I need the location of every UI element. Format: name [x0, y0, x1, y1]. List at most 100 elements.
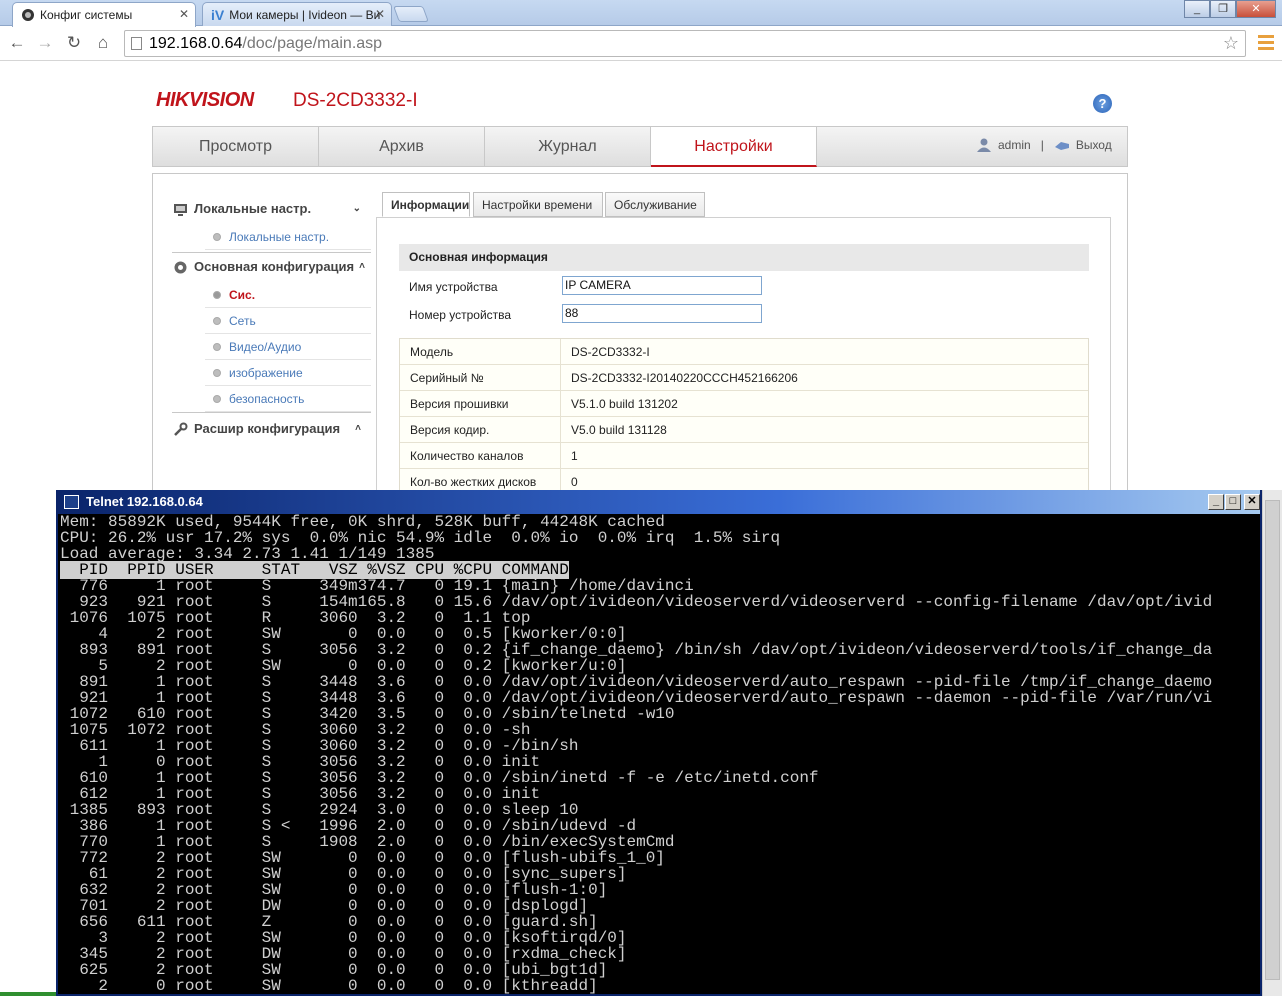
close-icon[interactable]: ✕	[375, 7, 385, 21]
tab-ivideon[interactable]: iV Мои камеры | Ivideon — Ви ✕	[202, 2, 392, 26]
sidebar-item-network[interactable]: Сеть	[205, 308, 371, 334]
terminal-process-row: 2 0 root SW 0 0.0 0 0.0 [kthreadd]	[60, 977, 598, 995]
telnet-title-bar[interactable]: Telnet 192.168.0.64 _ □ ✕	[58, 490, 1260, 514]
row-label: Модель	[410, 345, 454, 359]
tab-maintenance[interactable]: Обслуживание	[605, 192, 705, 217]
scrollbar-thumb[interactable]	[1265, 500, 1280, 980]
terminal-process-row: 701 2 root DW 0 0.0 0 0.0 [dsplogd]	[60, 897, 589, 915]
tab-title: Конфиг системы	[40, 8, 133, 22]
sidebar-item-label: изображение	[229, 366, 303, 380]
device-number-label: Номер устройства	[409, 308, 512, 322]
nav-playback[interactable]: Архив	[319, 127, 485, 167]
sidebar-item-video-audio[interactable]: Видео/Аудио	[205, 334, 371, 360]
reload-button[interactable]: ↻	[63, 32, 85, 54]
sidebar-item-label: Сеть	[229, 314, 256, 328]
address-bar[interactable]: 192.168.0.64/doc/page/main.asp ☆	[124, 30, 1246, 57]
browser-toolbar: ← → ↻ ⌂ 192.168.0.64/doc/page/main.asp ☆	[0, 27, 1282, 61]
terminal-process-row: 1 0 root S 3056 3.2 0 0.0 init	[60, 753, 541, 771]
config-content: Локальные настр. ⌄ Локальные настр. Осно…	[152, 173, 1128, 504]
row-label: Версия прошивки	[410, 397, 509, 411]
browser-tab-bar: Конфиг системы ✕ iV Мои камеры | Ivideon…	[0, 0, 1282, 27]
nav-configuration[interactable]: Настройки	[651, 127, 817, 167]
bullet-icon	[213, 233, 221, 241]
tab-time-settings[interactable]: Настройки времени	[473, 192, 603, 217]
sidebar-item-system[interactable]: Сис.	[205, 282, 371, 308]
row-label: Количество каналов	[410, 449, 524, 463]
sidebar-local-header[interactable]: Локальные настр. ⌄	[173, 196, 373, 222]
sidebar-item-image[interactable]: изображение	[205, 360, 371, 386]
info-table: Модель DS-2CD3332-I Серийный № DS-2CD3332-…	[399, 338, 1089, 496]
sidebar-advanced-header[interactable]: Расшир конфигурация ˄	[173, 416, 373, 442]
home-icon[interactable]: ⌂	[92, 32, 114, 54]
minimize-button[interactable]: _	[1184, 0, 1210, 18]
sidebar-item-label: Сис.	[229, 288, 256, 302]
sidebar-item-security[interactable]: безопасность	[205, 386, 371, 412]
terminal-process-row: 611 1 root S 3060 3.2 0 0.0 -/bin/sh	[60, 737, 579, 755]
device-number-field[interactable]: 88	[562, 304, 762, 323]
page-scrollbar[interactable]	[1262, 490, 1282, 996]
browser-menu-icon[interactable]	[1258, 35, 1274, 51]
terminal-output[interactable]: Mem: 85892K used, 9544K free, 0K shrd, 5…	[60, 514, 1258, 996]
terminal-process-row: 891 1 root S 3448 3.6 0 0.0 /dav/opt/ivi…	[60, 673, 1213, 691]
terminal-process-row: 770 1 root S 1908 2.0 0 0.0 /bin/execSys…	[60, 833, 675, 851]
terminal-process-row: 610 1 root S 3056 3.2 0 0.0 /sbin/inetd …	[60, 769, 819, 787]
restore-button[interactable]: ❐	[1210, 0, 1236, 18]
close-window-button[interactable]: ✕	[1236, 0, 1276, 18]
close-icon[interactable]: ✕	[179, 7, 189, 21]
sidebar-header-label: Расшир конфигурация	[194, 421, 341, 436]
terminal-process-row: 772 2 root SW 0 0.0 0 0.0 [flush-ubifs_1…	[60, 849, 665, 867]
telnet-window[interactable]: Telnet 192.168.0.64 _ □ ✕ Mem: 85892K us…	[56, 490, 1262, 996]
user-icon	[977, 138, 991, 152]
bullet-icon	[213, 291, 221, 299]
terminal-process-row: 893 891 root S 3056 3.2 0 0.2 {if_change…	[60, 641, 1213, 659]
maximize-button[interactable]: □	[1225, 494, 1241, 510]
page-icon	[131, 37, 142, 50]
sidebar-header-label: Основная конфигурация	[194, 259, 355, 274]
table-row: Версия кодир. V5.0 build 131128	[400, 417, 1088, 443]
bullet-icon	[213, 395, 221, 403]
sidebar-item-local[interactable]: Локальные настр.	[205, 224, 371, 250]
help-icon[interactable]: ?	[1093, 94, 1112, 113]
back-button[interactable]: ←	[6, 32, 28, 54]
gear-icon	[174, 261, 187, 273]
taskbar-strip	[0, 992, 56, 996]
row-value: V5.1.0 build 131202	[571, 397, 678, 411]
terminal-process-row: 386 1 root S < 1996 2.0 0 0.0 /sbin/udev…	[60, 817, 637, 835]
terminal-process-row: 632 2 root SW 0 0.0 0 0.0 [flush-1:0]	[60, 881, 608, 899]
tab-config[interactable]: Конфиг системы ✕	[12, 2, 196, 27]
telnet-title: Telnet 192.168.0.64	[86, 494, 203, 509]
terminal-process-row: 921 1 root S 3448 3.6 0 0.0 /dav/opt/ivi…	[60, 689, 1213, 707]
terminal-process-row: 345 2 root DW 0 0.0 0 0.0 [rxdma_check]	[60, 945, 627, 963]
table-row: Серийный № DS-2CD3332-I20140220CCCH452166…	[400, 365, 1088, 391]
nav-live-view[interactable]: Просмотр	[153, 127, 319, 167]
logout-icon[interactable]	[1054, 138, 1070, 152]
bullet-icon	[213, 343, 221, 351]
row-label: Версия кодир.	[410, 423, 490, 437]
terminal-process-row: 61 2 root SW 0 0.0 0 0.0 [sync_supers]	[60, 865, 627, 883]
logout-link[interactable]: Выход	[1076, 138, 1112, 152]
terminal-process-row: 776 1 root S 349m374.7 0 19.1 {main} /ho…	[60, 577, 694, 595]
terminal-process-row: 5 2 root SW 0 0.0 0 0.2 [kworker/u:0]	[60, 657, 627, 675]
device-name-field[interactable]: IP CAMERA	[562, 276, 762, 295]
url-path: /doc/page/main.asp	[242, 35, 383, 52]
chevron-up-icon: ˄	[359, 261, 365, 272]
minimize-button[interactable]: _	[1208, 494, 1224, 510]
close-button[interactable]: ✕	[1244, 494, 1260, 510]
bookmark-star-icon[interactable]: ☆	[1223, 31, 1239, 56]
tab-information[interactable]: Информации	[382, 192, 470, 217]
new-tab-button[interactable]	[393, 6, 429, 22]
row-value: 1	[571, 449, 578, 463]
sidebar-basic-header[interactable]: Основная конфигурация ˄	[173, 254, 373, 280]
forward-button[interactable]: →	[34, 32, 56, 54]
sidebar-divider	[172, 412, 371, 413]
terminal-process-row: 1076 1075 root R 3060 3.2 0 1.1 top	[60, 609, 531, 627]
wrench-icon	[174, 422, 188, 436]
terminal-line: Load average: 3.34 2.73 1.41 1/149 1385	[60, 545, 435, 563]
terminal-line: CPU: 26.2% usr 17.2% sys 0.0% nic 54.9% …	[60, 529, 781, 547]
nav-log[interactable]: Журнал	[485, 127, 651, 167]
terminal-process-row: 625 2 root SW 0 0.0 0 0.0 [ubi_bgt1d]	[60, 961, 608, 979]
user-separator: |	[1040, 138, 1044, 152]
device-name-label: Имя устройства	[409, 280, 498, 294]
user-box: admin | Выход	[976, 138, 1112, 152]
chevron-down-icon: ⌄	[352, 203, 361, 214]
